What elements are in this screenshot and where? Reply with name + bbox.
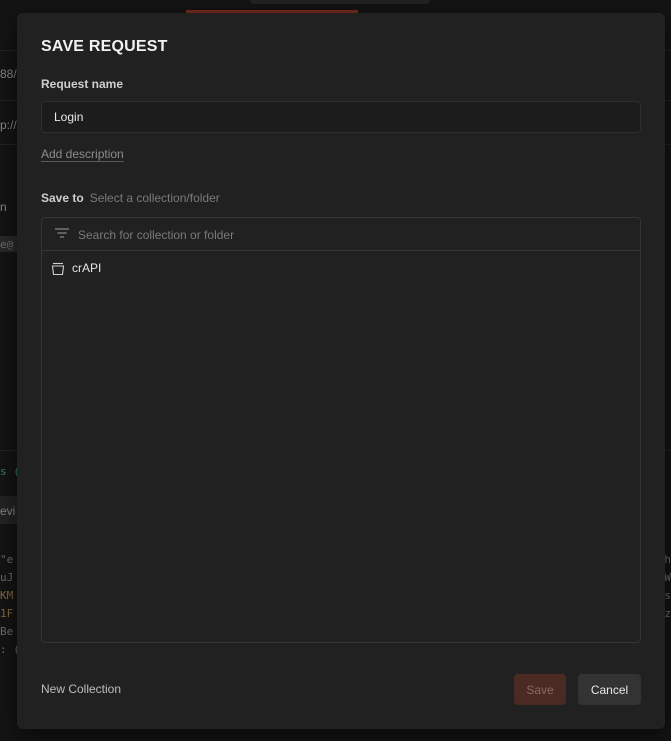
save-to-label: Save to (41, 191, 84, 205)
collection-icon (51, 262, 65, 276)
save-request-dialog: SAVE REQUEST Request name Add descriptio… (17, 13, 665, 729)
collection-name: crAPI (72, 261, 102, 275)
background-code-line: W (664, 571, 671, 584)
background-code-line: uJ (0, 571, 14, 584)
new-collection-button[interactable]: New Collection (41, 682, 121, 696)
background-text: 88/ (0, 67, 17, 81)
background-text: evi (0, 504, 16, 518)
background-tab (250, 0, 430, 4)
collection-item-crapi[interactable]: crAPI (42, 258, 640, 280)
collection-search-bar (42, 218, 640, 251)
dialog-title: SAVE REQUEST (41, 38, 168, 55)
request-name-label: Request name (41, 77, 124, 91)
background-text: n (0, 200, 7, 214)
background-code-line: 1F (0, 607, 14, 620)
save-to-hint: Select a collection/folder (89, 191, 220, 205)
background-code-line: Be (0, 625, 14, 638)
background-code-line: s (664, 589, 671, 602)
background-text: p:// (0, 118, 17, 132)
background-text: e@ (0, 238, 14, 251)
background-code-line: KM (0, 589, 14, 602)
request-name-input[interactable] (41, 101, 641, 133)
background-code-line: h (664, 553, 671, 566)
background-code-line: "e (0, 553, 14, 566)
save-to-row: Save to Select a collection/folder (41, 191, 220, 205)
cancel-button[interactable]: Cancel (578, 674, 641, 705)
collection-search-input[interactable] (76, 218, 620, 251)
save-button[interactable]: Save (514, 674, 566, 705)
filter-icon (55, 228, 69, 238)
background-code-line: z (664, 607, 671, 620)
add-description-link[interactable]: Add description (41, 147, 124, 161)
collection-picker: crAPI (41, 217, 641, 643)
